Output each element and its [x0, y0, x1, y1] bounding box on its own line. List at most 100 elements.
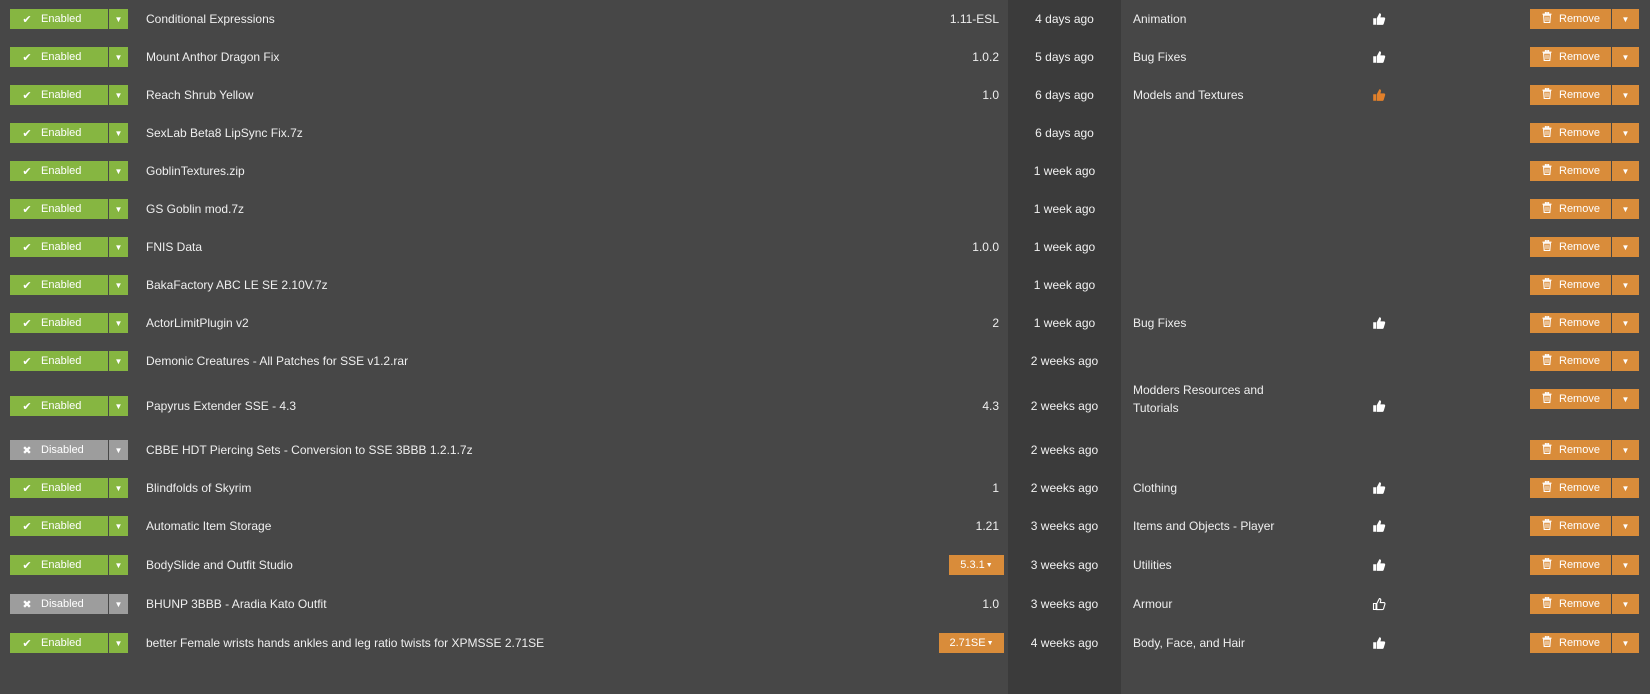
remove-dropdown-button[interactable]: ▼ [1612, 440, 1639, 460]
status-dropdown-button[interactable]: ▼ [109, 633, 128, 653]
remove-dropdown-button[interactable]: ▼ [1612, 85, 1639, 105]
status-dropdown-button[interactable]: ▼ [109, 47, 128, 67]
remove-button[interactable]: Remove [1530, 199, 1611, 219]
version-dropdown-button[interactable]: 2.71SE ▼ [939, 633, 1004, 653]
remove-button[interactable]: Remove [1530, 161, 1611, 181]
status-label: Enabled [41, 482, 82, 494]
remove-dropdown-button[interactable]: ▼ [1612, 594, 1639, 614]
enabled-button[interactable]: ✔ Enabled [10, 237, 108, 257]
status-dropdown-button[interactable]: ▼ [109, 396, 128, 416]
checkmark-icon: ✔ [22, 89, 32, 102]
status-label: Disabled [41, 444, 84, 456]
enabled-button[interactable]: ✔ Enabled [10, 161, 108, 181]
thumbs-up-icon[interactable] [1372, 481, 1386, 495]
status-dropdown-button[interactable]: ▼ [109, 516, 128, 536]
thumbs-up-icon[interactable] [1372, 12, 1386, 26]
remove-button[interactable]: Remove [1530, 123, 1611, 143]
caret-down-icon: ▼ [114, 14, 123, 24]
version-dropdown-button[interactable]: 5.3.1 ▼ [949, 555, 1004, 575]
thumbs-up-icon[interactable] [1372, 636, 1386, 650]
thumbs-up-icon[interactable] [1372, 519, 1386, 533]
trash-icon [1542, 49, 1559, 64]
status-dropdown-button[interactable]: ▼ [109, 9, 128, 29]
enabled-button[interactable]: ✔ Enabled [10, 555, 108, 575]
enabled-button[interactable]: ✔ Enabled [10, 478, 108, 498]
status-dropdown-button[interactable]: ▼ [109, 555, 128, 575]
status-toggle: ✔ Enabled ▼ [10, 555, 128, 575]
remove-button[interactable]: Remove [1530, 478, 1611, 498]
mod-category: Models and Textures [1133, 88, 1244, 102]
remove-dropdown-button[interactable]: ▼ [1612, 9, 1639, 29]
status-dropdown-button[interactable]: ▼ [109, 440, 128, 460]
install-date: 3 weeks ago [1030, 519, 1099, 533]
mod-name: Mount Anthor Dragon Fix [146, 50, 280, 64]
status-dropdown-button[interactable]: ▼ [109, 161, 128, 181]
remove-button[interactable]: Remove [1530, 594, 1611, 614]
status-dropdown-button[interactable]: ▼ [109, 594, 128, 614]
enabled-button[interactable]: ✔ Enabled [10, 47, 108, 67]
remove-button[interactable]: Remove [1530, 351, 1611, 371]
thumbs-up-icon[interactable] [1372, 316, 1386, 330]
remove-button[interactable]: Remove [1530, 633, 1611, 653]
caret-down-icon: ▼ [1621, 638, 1630, 648]
status-dropdown-button[interactable]: ▼ [109, 199, 128, 219]
thumbs-up-endorsed-icon[interactable] [1372, 88, 1386, 102]
enabled-button[interactable]: ✔ Enabled [10, 633, 108, 653]
enabled-button[interactable]: ✔ Enabled [10, 516, 108, 536]
checkmark-icon: ✔ [22, 279, 32, 292]
remove-button[interactable]: Remove [1530, 9, 1611, 29]
enabled-button[interactable]: ✔ Enabled [10, 313, 108, 333]
enabled-button[interactable]: ✔ Enabled [10, 9, 108, 29]
enabled-button[interactable]: ✔ Enabled [10, 123, 108, 143]
remove-dropdown-button[interactable]: ▼ [1612, 313, 1639, 333]
remove-button[interactable]: Remove [1530, 516, 1611, 536]
status-dropdown-button[interactable]: ▼ [109, 275, 128, 295]
remove-button[interactable]: Remove [1530, 237, 1611, 257]
remove-button[interactable]: Remove [1530, 275, 1611, 295]
remove-dropdown-button[interactable]: ▼ [1612, 237, 1639, 257]
remove-dropdown-button[interactable]: ▼ [1612, 47, 1639, 67]
remove-dropdown-button[interactable]: ▼ [1612, 161, 1639, 181]
status-dropdown-button[interactable]: ▼ [109, 123, 128, 143]
status-dropdown-button[interactable]: ▼ [109, 478, 128, 498]
remove-dropdown-button[interactable]: ▼ [1612, 275, 1639, 295]
install-date: 2 weeks ago [1030, 443, 1099, 457]
remove-dropdown-button[interactable]: ▼ [1612, 123, 1639, 143]
disabled-button[interactable]: ✖ Disabled [10, 594, 108, 614]
enabled-button[interactable]: ✔ Enabled [10, 351, 108, 371]
remove-dropdown-button[interactable]: ▼ [1612, 633, 1639, 653]
disabled-button[interactable]: ✖ Disabled [10, 440, 108, 460]
remove-dropdown-button[interactable]: ▼ [1612, 478, 1639, 498]
status-dropdown-button[interactable]: ▼ [109, 237, 128, 257]
remove-button[interactable]: Remove [1530, 85, 1611, 105]
remove-button[interactable]: Remove [1530, 555, 1611, 575]
remove-split-button: Remove ▼ [1530, 199, 1640, 219]
remove-label: Remove [1559, 482, 1600, 494]
status-dropdown-button[interactable]: ▼ [109, 313, 128, 333]
thumbs-up-outline-icon[interactable] [1372, 597, 1386, 611]
enabled-button[interactable]: ✔ Enabled [10, 85, 108, 105]
remove-button[interactable]: Remove [1530, 313, 1611, 333]
enabled-button[interactable]: ✔ Enabled [10, 396, 108, 416]
status-toggle: ✖ Disabled ▼ [10, 440, 128, 460]
caret-down-icon: ▼ [114, 401, 123, 411]
remove-button[interactable]: Remove [1530, 47, 1611, 67]
mod-name: BakaFactory ABC LE SE 2.10V.7z [146, 278, 328, 292]
status-dropdown-button[interactable]: ▼ [109, 85, 128, 105]
thumbs-up-icon[interactable] [1372, 558, 1386, 572]
remove-button[interactable]: Remove [1530, 440, 1611, 460]
remove-dropdown-button[interactable]: ▼ [1612, 555, 1639, 575]
thumbs-up-icon[interactable] [1372, 50, 1386, 64]
remove-button[interactable]: Remove [1530, 389, 1611, 409]
remove-dropdown-button[interactable]: ▼ [1612, 516, 1639, 536]
status-dropdown-button[interactable]: ▼ [109, 351, 128, 371]
enabled-button[interactable]: ✔ Enabled [10, 199, 108, 219]
status-toggle: ✔ Enabled ▼ [10, 237, 128, 257]
caret-down-icon: ▼ [1621, 90, 1630, 100]
mod-name: Blindfolds of Skyrim [146, 481, 252, 495]
enabled-button[interactable]: ✔ Enabled [10, 275, 108, 295]
remove-dropdown-button[interactable]: ▼ [1612, 351, 1639, 371]
remove-dropdown-button[interactable]: ▼ [1612, 389, 1639, 409]
remove-dropdown-button[interactable]: ▼ [1612, 199, 1639, 219]
thumbs-up-icon[interactable] [1372, 399, 1386, 413]
